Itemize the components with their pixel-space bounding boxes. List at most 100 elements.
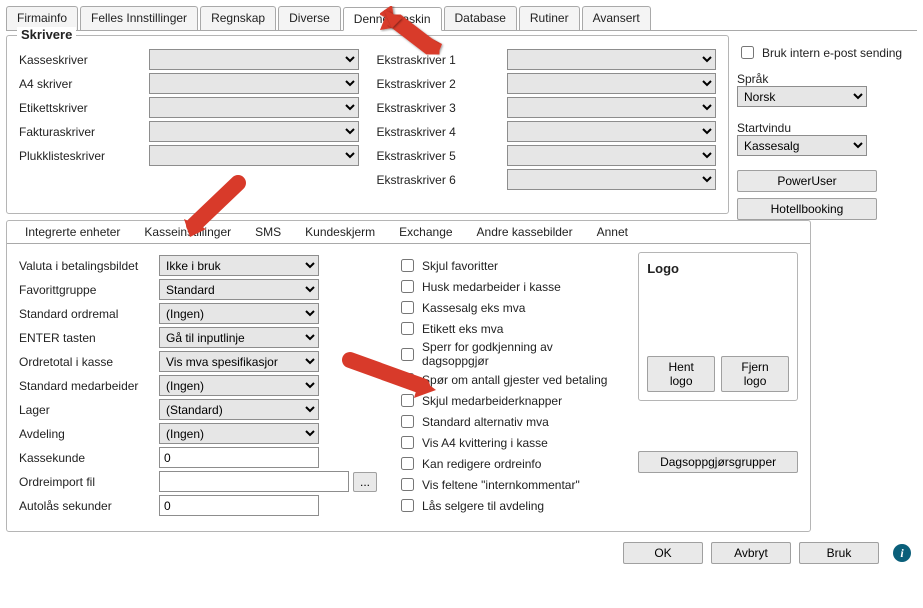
printer-select[interactable]: [149, 73, 359, 94]
main-tab[interactable]: Felles Innstillinger: [80, 6, 198, 30]
sub-tab[interactable]: SMS: [243, 221, 293, 243]
sub-tab[interactable]: Kasseinstillinger: [132, 221, 243, 243]
form-select[interactable]: Standard: [159, 279, 319, 300]
hotelbooking-button[interactable]: Hotellbooking: [737, 198, 877, 220]
printer-select[interactable]: [149, 145, 359, 166]
option-checkbox[interactable]: [401, 394, 414, 407]
poweruser-button[interactable]: PowerUser: [737, 170, 877, 192]
printer-select[interactable]: [507, 73, 717, 94]
option-label: Skjul medarbeiderknapper: [422, 394, 562, 408]
option-label: Spør om antall gjester ved betaling: [422, 373, 607, 387]
sprak-label: Språk: [737, 72, 768, 86]
printer-label: Ekstraskriver 1: [377, 53, 507, 67]
sub-tab[interactable]: Andre kassebilder: [465, 221, 585, 243]
option-label: Etikett eks mva: [422, 322, 503, 336]
form-label: ENTER tasten: [19, 331, 159, 345]
form-select[interactable]: (Ingen): [159, 375, 319, 396]
form-select[interactable]: (Ingen): [159, 423, 319, 444]
form-label: Standard medarbeider: [19, 379, 159, 393]
printers-title: Skrivere: [17, 27, 76, 42]
printer-select[interactable]: [149, 97, 359, 118]
printer-select[interactable]: [507, 49, 717, 70]
browse-button[interactable]: ...: [353, 472, 377, 492]
option-checkbox[interactable]: [401, 322, 414, 335]
sub-panel: Integrerte enheterKasseinstillingerSMSKu…: [6, 220, 811, 532]
option-label: Vis A4 kvittering i kasse: [422, 436, 548, 450]
option-label: Husk medarbeider i kasse: [422, 280, 561, 294]
option-checkbox[interactable]: [401, 259, 414, 272]
printer-select[interactable]: [507, 145, 717, 166]
fjern-logo-button[interactable]: Fjern logo: [721, 356, 789, 392]
main-tab[interactable]: Avansert: [582, 6, 651, 30]
sub-tab[interactable]: Integrerte enheter: [13, 221, 132, 243]
option-checkbox[interactable]: [401, 301, 414, 314]
printers-group: Skrivere KasseskriverA4 skriverEtikettsk…: [6, 35, 729, 214]
form-select[interactable]: Ikke i bruk: [159, 255, 319, 276]
form-input[interactable]: [159, 447, 319, 468]
logo-group: Logo Hent logo Fjern logo: [638, 252, 798, 401]
form-select[interactable]: (Ingen): [159, 303, 319, 324]
printer-label: Ekstraskriver 5: [377, 149, 507, 163]
form-label: Ordretotal i kasse: [19, 355, 159, 369]
form-label: Favorittgruppe: [19, 283, 159, 297]
option-checkbox[interactable]: [401, 457, 414, 470]
hent-logo-button[interactable]: Hent logo: [647, 356, 715, 392]
form-label: Standard ordremal: [19, 307, 159, 321]
form-input[interactable]: [159, 471, 349, 492]
printer-select[interactable]: [507, 97, 717, 118]
printer-select[interactable]: [507, 169, 717, 190]
option-checkbox[interactable]: [401, 436, 414, 449]
main-tab[interactable]: Rutiner: [519, 6, 580, 30]
sub-tabbar: Integrerte enheterKasseinstillingerSMSKu…: [7, 221, 810, 244]
main-tab[interactable]: Regnskap: [200, 6, 276, 30]
printer-label: Ekstraskriver 6: [377, 173, 507, 187]
option-label: Kan redigere ordreinfo: [422, 457, 541, 471]
startvindu-select[interactable]: Kassesalg: [737, 135, 867, 156]
printer-label: Etikettskriver: [19, 101, 149, 115]
dialog-footer: OK Avbryt Bruk i: [6, 532, 917, 564]
main-tab[interactable]: Database: [444, 6, 517, 30]
printer-select[interactable]: [149, 49, 359, 70]
option-label: Kassesalg eks mva: [422, 301, 525, 315]
intern-epost-checkbox[interactable]: [741, 46, 754, 59]
form-label: Kassekunde: [19, 451, 159, 465]
option-checkbox[interactable]: [401, 348, 414, 361]
printer-select[interactable]: [149, 121, 359, 142]
form-select[interactable]: Vis mva spesifikasjor: [159, 351, 319, 372]
option-checkbox[interactable]: [401, 478, 414, 491]
option-label: Skjul favoritter: [422, 259, 498, 273]
option-checkbox[interactable]: [401, 499, 414, 512]
sprak-select[interactable]: Norsk: [737, 86, 867, 107]
printer-label: Ekstraskriver 3: [377, 101, 507, 115]
form-label: Ordreimport fil: [19, 475, 159, 489]
option-label: Standard alternativ mva: [422, 415, 549, 429]
printer-select[interactable]: [507, 121, 717, 142]
option-checkbox[interactable]: [401, 373, 414, 386]
option-checkbox[interactable]: [401, 280, 414, 293]
form-label: Autolås sekunder: [19, 499, 159, 513]
form-select[interactable]: Gå til inputlinje: [159, 327, 319, 348]
form-select[interactable]: (Standard): [159, 399, 319, 420]
sub-tab[interactable]: Annet: [585, 221, 640, 243]
option-label: Sperr for godkjenning av dagsoppgjør: [422, 340, 618, 368]
dagsoppgjorsgrupper-button[interactable]: Dagsoppgjørsgrupper: [638, 451, 798, 473]
ok-button[interactable]: OK: [623, 542, 703, 564]
side-column: Bruk intern e-post sending Språk Norsk S…: [737, 35, 917, 220]
sub-tab[interactable]: Kundeskjerm: [293, 221, 387, 243]
logo-title: Logo: [647, 261, 789, 276]
form-label: Lager: [19, 403, 159, 417]
info-icon[interactable]: i: [893, 544, 911, 562]
printer-label: Ekstraskriver 2: [377, 77, 507, 91]
apply-button[interactable]: Bruk: [799, 542, 879, 564]
sub-tab[interactable]: Exchange: [387, 221, 464, 243]
form-input[interactable]: [159, 495, 319, 516]
main-tab[interactable]: Denne maskin: [343, 7, 442, 31]
cancel-button[interactable]: Avbryt: [711, 542, 791, 564]
option-checkbox[interactable]: [401, 415, 414, 428]
main-tab[interactable]: Diverse: [278, 6, 341, 30]
logo-preview: [647, 276, 789, 356]
printer-label: Ekstraskriver 4: [377, 125, 507, 139]
printer-label: Kasseskriver: [19, 53, 149, 67]
main-tabbar: FirmainfoFelles InnstillingerRegnskapDiv…: [6, 6, 917, 31]
startvindu-label: Startvindu: [737, 121, 791, 135]
